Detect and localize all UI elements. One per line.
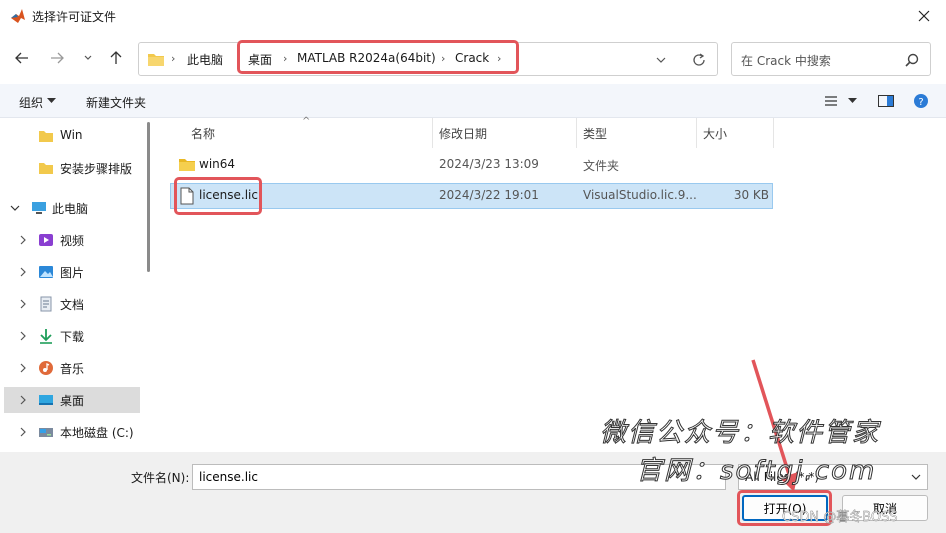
desktop-icon (39, 395, 53, 405)
computer-icon (32, 202, 46, 214)
new-folder-button[interactable]: 新建文件夹 (86, 94, 146, 111)
chevron-down-icon[interactable] (651, 52, 671, 68)
file-row[interactable]: win64 2024/3/23 13:09 文件夹 (170, 152, 773, 178)
search-icon (905, 53, 919, 67)
sidebar-item-local-disk-c[interactable]: 本地磁盘 (C:) (4, 419, 140, 445)
svg-text:?: ? (918, 97, 923, 108)
sidebar-item-pictures[interactable]: 图片 (4, 259, 140, 285)
column-divider[interactable] (696, 118, 697, 148)
search-box[interactable]: 在 Crack 中搜索 (731, 42, 931, 76)
breadcrumb-separator: › (171, 52, 176, 65)
sidebar-item-this-pc[interactable]: 此电脑 (4, 195, 140, 221)
organize-button[interactable]: 组织 (19, 94, 43, 111)
refresh-icon[interactable] (689, 51, 709, 69)
column-divider[interactable] (576, 118, 577, 148)
column-header-size[interactable]: 大小 (703, 118, 727, 148)
sidebar-item-win[interactable]: Win (4, 123, 140, 149)
file-modified: 2024/3/23 13:09 (439, 157, 539, 171)
file-size: 30 KB (733, 188, 769, 202)
chevron-right-icon[interactable] (18, 298, 28, 310)
sidebar-item-videos[interactable]: 视频 (4, 227, 140, 253)
sidebar-item-label: 此电脑 (52, 202, 89, 216)
music-icon (39, 361, 53, 375)
command-toolbar: 组织 新建文件夹 ? (0, 84, 946, 118)
chevron-right-icon[interactable] (18, 362, 28, 374)
arrow-left-icon (15, 52, 28, 64)
file-highlight (174, 177, 262, 215)
sidebar-item-label: 安装步骤排版 (60, 162, 133, 176)
arrow-right-icon (51, 52, 64, 64)
watermark-website: 官网：softgj.com (635, 456, 877, 487)
drive-icon (39, 428, 53, 437)
column-divider[interactable] (773, 118, 774, 148)
sidebar-item-label: 音乐 (60, 362, 85, 376)
search-placeholder: 在 Crack 中搜索 (741, 54, 831, 68)
column-divider[interactable] (432, 118, 433, 148)
window-title: 选择许可证文件 (32, 10, 117, 24)
up-button[interactable] (104, 46, 128, 70)
chevron-right-icon[interactable] (18, 330, 28, 342)
file-list: ^ 名称 修改日期 类型 大小 win64 2024/3/23 13:09 文件… (160, 116, 946, 452)
sidebar-item-documents[interactable]: 文档 (4, 291, 140, 317)
breadcrumb-this-pc[interactable]: 此电脑 (187, 51, 223, 68)
caret-down-icon (47, 98, 56, 103)
matlab-icon (11, 9, 25, 23)
chevron-down-icon (911, 474, 921, 480)
recent-locations-button[interactable] (76, 46, 100, 70)
back-button[interactable] (10, 46, 34, 70)
file-modified: 2024/3/22 19:01 (439, 188, 539, 202)
video-icon (39, 234, 53, 246)
sidebar-item-label: 桌面 (60, 394, 85, 408)
filename-label: 文件名(N): (131, 471, 190, 485)
breadcrumb-highlight (237, 40, 519, 74)
chevron-right-icon[interactable] (18, 426, 28, 438)
sidebar-item-label: 文档 (60, 298, 85, 312)
sidebar-item-desktop[interactable]: 桌面 (4, 387, 140, 413)
chevron-right-icon[interactable] (18, 234, 28, 246)
close-icon (918, 10, 930, 22)
preview-pane-icon[interactable] (877, 93, 895, 109)
column-header-type[interactable]: 类型 (583, 118, 607, 148)
file-type: 文件夹 (583, 159, 620, 173)
file-name: win64 (199, 157, 236, 171)
forward-button[interactable] (45, 46, 69, 70)
sidebar-item-label: 图片 (60, 266, 85, 280)
navigation-bar: › 此电脑 › 桌面 › MATLAB R2024a(64bit) › Crac… (0, 32, 946, 84)
title-bar: 选择许可证文件 (0, 0, 946, 32)
sidebar-item-install-steps[interactable]: 安装步骤排版 (4, 155, 140, 181)
sidebar-item-music[interactable]: 音乐 (4, 355, 140, 381)
sidebar-item-label: Win (60, 128, 83, 142)
folder-icon (39, 131, 53, 142)
navigation-pane: Win 安装步骤排版 此电脑 视频 图片 文档 下载 音乐 桌面 本地磁盘 (C… (0, 118, 156, 452)
folder-icon (39, 163, 53, 174)
picture-icon (39, 266, 53, 278)
sidebar-item-label: 视频 (60, 234, 85, 248)
view-options-icon[interactable] (823, 93, 841, 109)
chevron-right-icon[interactable] (18, 394, 28, 406)
help-icon[interactable]: ? (913, 93, 931, 109)
chevron-down-icon (84, 55, 92, 60)
document-icon (40, 296, 52, 312)
arrow-up-icon (110, 51, 122, 64)
download-icon (40, 329, 52, 344)
watermark-wechat: 微信公众号：软件管家 (599, 418, 881, 449)
sidebar-item-label: 本地磁盘 (C:) (60, 426, 134, 440)
folder-icon (179, 159, 195, 171)
sidebar-item-downloads[interactable]: 下载 (4, 323, 140, 349)
file-type: VisualStudio.lic.9... (583, 188, 697, 202)
chevron-right-icon[interactable] (18, 266, 28, 278)
column-header-modified[interactable]: 修改日期 (439, 118, 487, 148)
caret-down-icon[interactable] (848, 98, 857, 104)
sidebar-item-label: 下载 (60, 330, 85, 344)
close-button[interactable] (912, 4, 936, 28)
column-header-name[interactable]: 名称 (191, 118, 215, 148)
csdn-watermark: CSDN @暮冬BOSS (782, 510, 898, 525)
chevron-down-icon[interactable] (10, 202, 20, 214)
sort-ascending-icon: ^ (302, 116, 311, 127)
folder-icon (148, 54, 164, 66)
sidebar-scrollbar[interactable] (147, 122, 150, 272)
